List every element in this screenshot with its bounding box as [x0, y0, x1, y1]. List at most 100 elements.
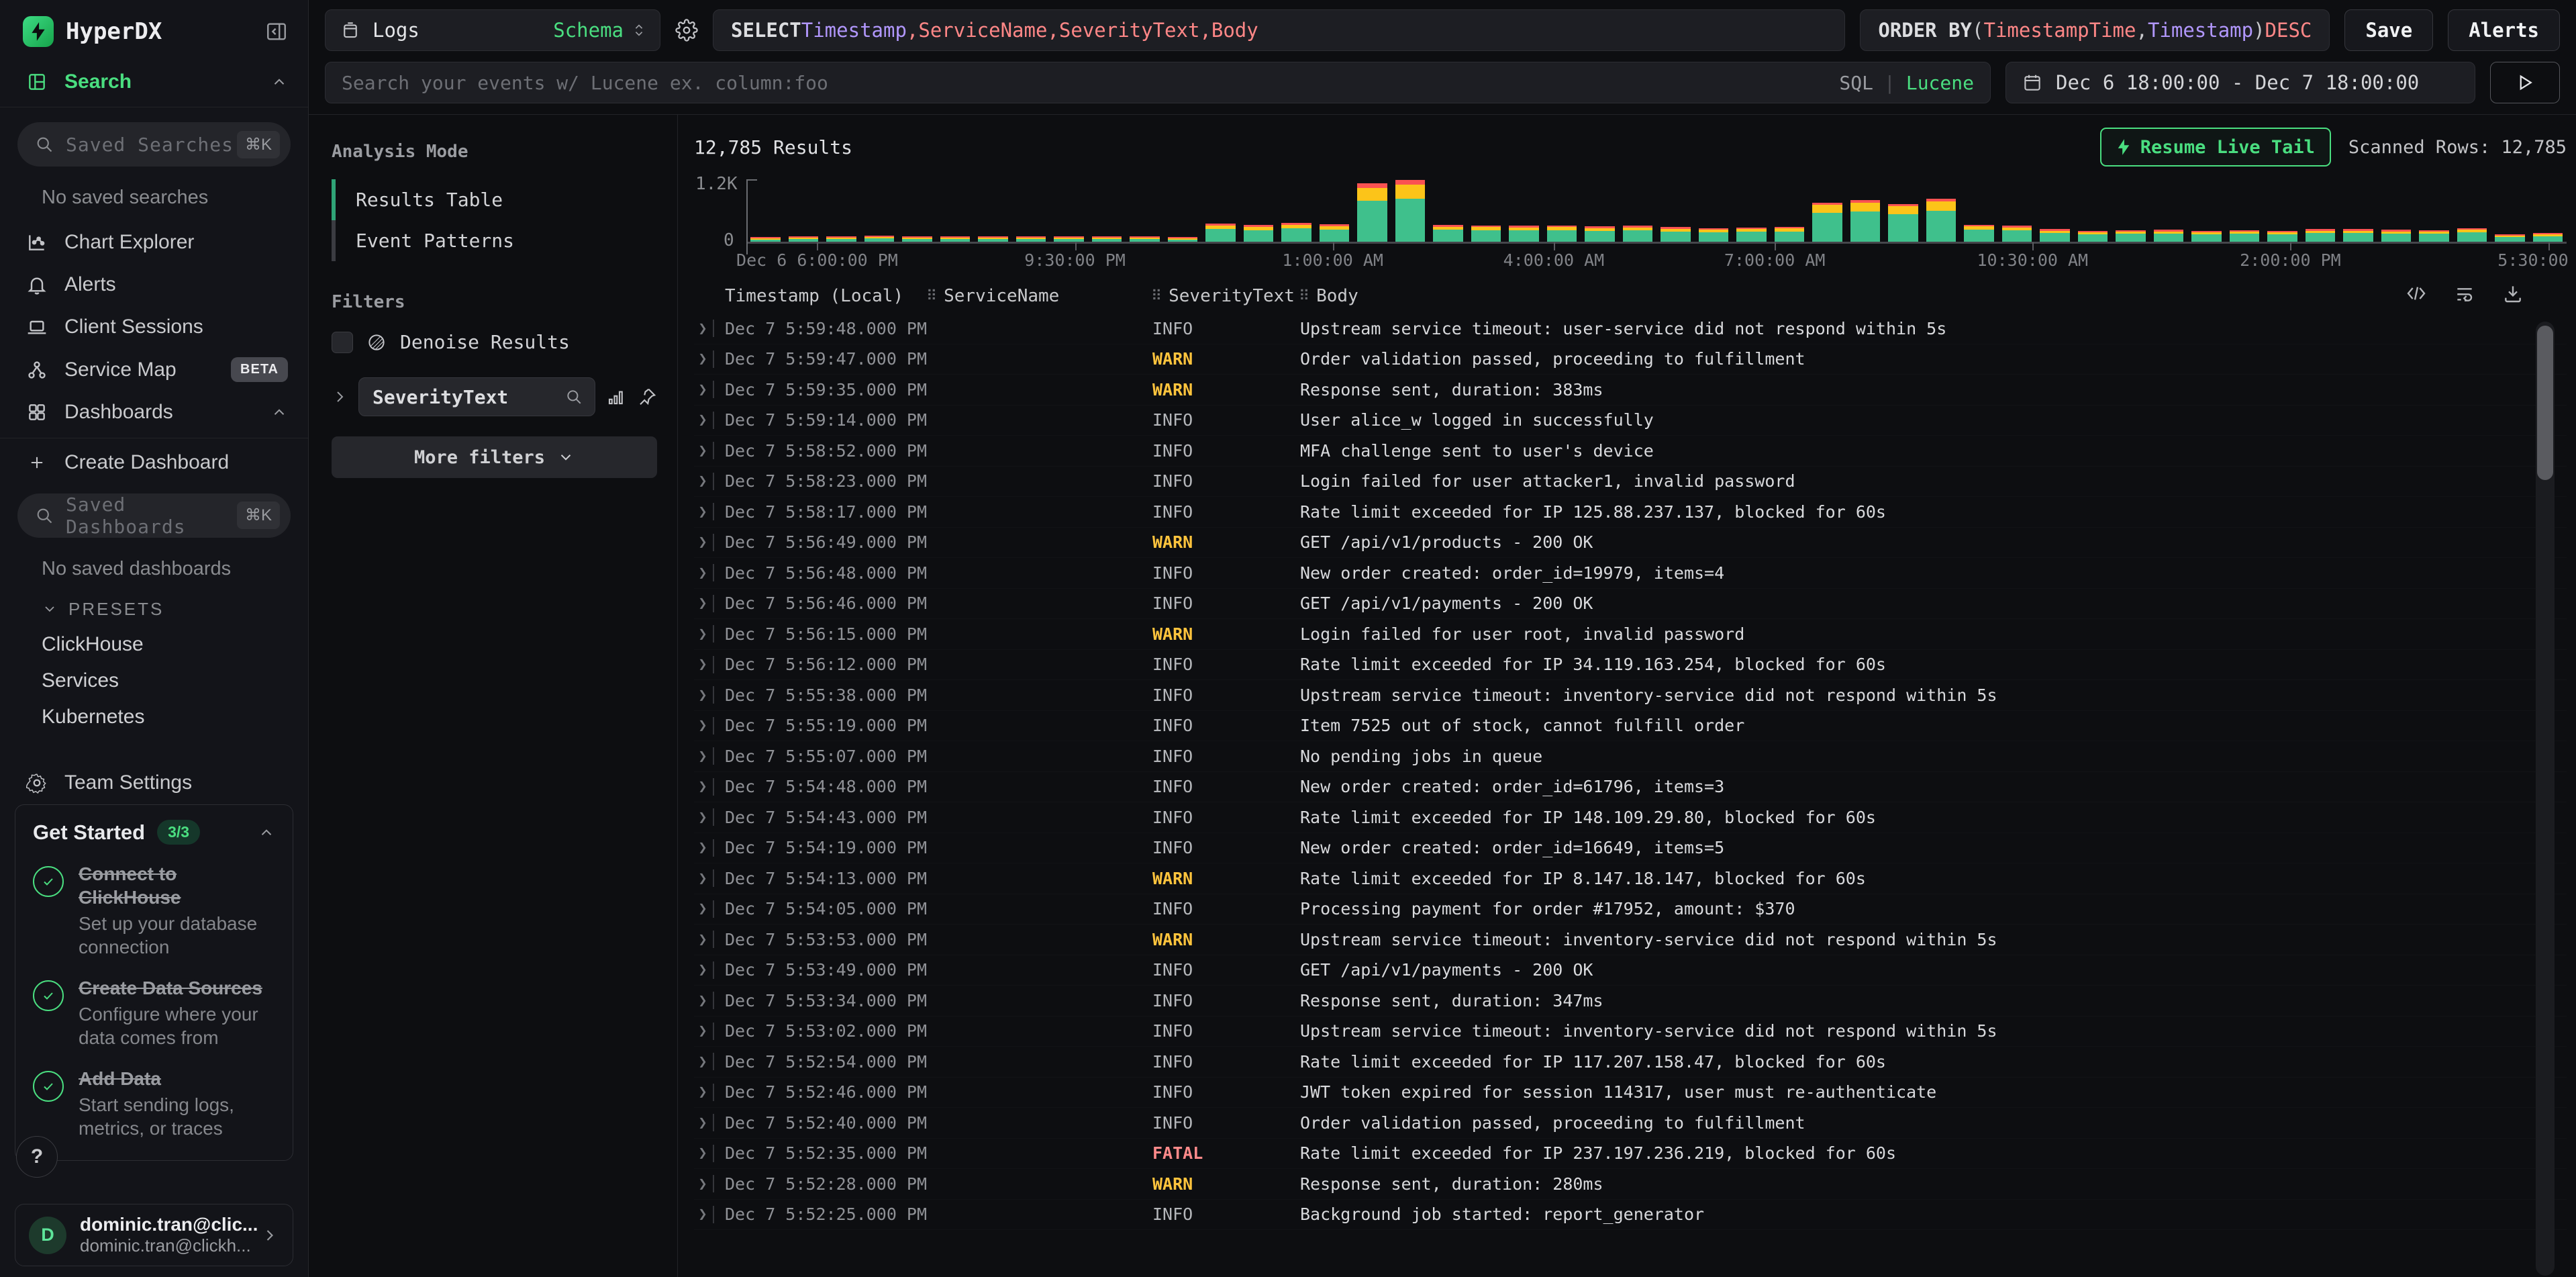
sidebar-item-service-map[interactable]: Service Map BETA — [0, 348, 308, 391]
user-menu[interactable]: D dominic.tran@clic... dominic.tran@clic… — [15, 1204, 293, 1266]
run-query-button[interactable] — [2490, 62, 2560, 103]
table-row[interactable]: ❯Dec 7 5:52:40.000 PMINFOOrder validatio… — [694, 1108, 2567, 1139]
histogram-bar[interactable] — [789, 236, 819, 242]
table-row[interactable]: ❯Dec 7 5:54:43.000 PMINFORate limit exce… — [694, 802, 2567, 833]
preset-services[interactable]: Services — [0, 663, 308, 699]
histogram-bar[interactable] — [2306, 229, 2336, 242]
histogram-bar[interactable] — [1623, 226, 1653, 242]
create-dashboard-button[interactable]: Create Dashboard — [0, 442, 308, 482]
expand-row-icon[interactable]: ❯ — [694, 595, 711, 612]
expand-row-icon[interactable]: ❯ — [694, 687, 711, 704]
save-button[interactable]: Save — [2344, 9, 2433, 51]
select-clause-input[interactable]: SELECT Timestamp,ServiceName,SeverityTex… — [713, 9, 1845, 51]
histogram-bar[interactable] — [2343, 229, 2373, 242]
table-scrollbar[interactable] — [2536, 322, 2555, 1276]
get-started-item[interactable]: Add DataStart sending logs, metrics, or … — [33, 1067, 275, 1140]
expand-row-icon[interactable]: ❯ — [694, 809, 711, 826]
orderby-clause-input[interactable]: ORDER BY (TimestampTime, Timestamp) DESC — [1860, 9, 2330, 51]
column-header-body[interactable]: ⠿Body — [1299, 286, 2567, 306]
histogram-bar[interactable] — [1244, 225, 1274, 242]
table-row[interactable]: ❯Dec 7 5:52:28.000 PMWARNResponse sent, … — [694, 1169, 2567, 1200]
column-header-servicename[interactable]: ⠿ServiceName — [926, 286, 1151, 306]
drag-handle-icon[interactable]: ⠿ — [1299, 288, 1309, 305]
histogram-bar[interactable] — [2078, 231, 2108, 242]
get-started-item[interactable]: Connect to ClickHouseSet up your databas… — [33, 862, 275, 959]
alerts-button[interactable]: Alerts — [2448, 9, 2560, 51]
histogram-bar[interactable] — [2116, 230, 2146, 242]
histogram-bar[interactable] — [2267, 231, 2297, 242]
table-row[interactable]: ❯Dec 7 5:54:13.000 PMWARNRate limit exce… — [694, 863, 2567, 894]
expand-row-icon[interactable]: ❯ — [694, 778, 711, 795]
histogram-bar[interactable] — [902, 236, 932, 242]
histogram-bar[interactable] — [1736, 228, 1767, 242]
table-row[interactable]: ❯Dec 7 5:52:35.000 PMFATALRate limit exc… — [694, 1139, 2567, 1170]
table-row[interactable]: ❯Dec 7 5:55:38.000 PMINFOUpstream servic… — [694, 680, 2567, 711]
sql-toggle[interactable]: SQL — [1839, 72, 1873, 94]
help-button[interactable]: ? — [16, 1136, 58, 1178]
chevron-up-icon[interactable] — [270, 73, 288, 91]
expand-row-icon[interactable]: ❯ — [694, 900, 711, 917]
pin-icon[interactable] — [637, 387, 657, 407]
expand-row-icon[interactable]: ❯ — [694, 931, 711, 948]
expand-row-icon[interactable]: ❯ — [694, 412, 711, 428]
histogram-bar[interactable] — [1661, 227, 1691, 242]
table-row[interactable]: ❯Dec 7 5:54:19.000 PMINFONew order creat… — [694, 833, 2567, 864]
expand-row-icon[interactable]: ❯ — [694, 504, 711, 520]
expand-row-icon[interactable]: ❯ — [694, 1084, 711, 1100]
sidebar-item-dashboards[interactable]: Dashboards — [0, 391, 308, 434]
table-row[interactable]: ❯Dec 7 5:59:14.000 PMINFOUser alice_w lo… — [694, 406, 2567, 436]
histogram-bar[interactable] — [2381, 230, 2412, 242]
expand-row-icon[interactable]: ❯ — [694, 656, 711, 673]
histogram-bar[interactable] — [1168, 237, 1198, 242]
histogram-bar[interactable] — [940, 236, 971, 242]
sidebar-item-team-settings[interactable]: Team Settings — [0, 762, 308, 804]
histogram-bar[interactable] — [826, 236, 856, 242]
table-row[interactable]: ❯Dec 7 5:55:19.000 PMINFOItem 7525 out o… — [694, 711, 2567, 742]
histogram-bar[interactable] — [1320, 224, 1350, 242]
histogram-bar[interactable] — [1205, 224, 1236, 242]
more-filters-button[interactable]: More filters — [332, 436, 657, 478]
chevron-up-icon[interactable] — [270, 404, 288, 421]
histogram-bar[interactable] — [2154, 230, 2184, 242]
table-row[interactable]: ❯Dec 7 5:52:25.000 PMINFOBackground job … — [694, 1200, 2567, 1231]
histogram-bar[interactable] — [1054, 236, 1084, 242]
expand-row-icon[interactable]: ❯ — [694, 717, 711, 734]
expand-row-icon[interactable]: ❯ — [694, 442, 711, 459]
table-row[interactable]: ❯Dec 7 5:59:35.000 PMWARNResponse sent, … — [694, 375, 2567, 406]
table-row[interactable]: ❯Dec 7 5:58:23.000 PMINFOLogin failed fo… — [694, 467, 2567, 498]
lucene-search-input[interactable]: Search your events w/ Lucene ex. column:… — [325, 62, 1991, 103]
histogram-bar[interactable] — [1926, 199, 1956, 242]
histogram-bar[interactable] — [1775, 227, 1805, 242]
source-select[interactable]: Logs Schema — [325, 9, 660, 51]
histogram-bar[interactable] — [1395, 180, 1426, 242]
source-settings-gear-icon[interactable] — [675, 19, 698, 42]
table-row[interactable]: ❯Dec 7 5:53:49.000 PMINFOGET /api/v1/pay… — [694, 955, 2567, 986]
expand-row-icon[interactable]: ❯ — [694, 1023, 711, 1039]
histogram-bar[interactable] — [1433, 225, 1463, 242]
histogram-bar[interactable] — [1547, 226, 1577, 242]
expand-row-icon[interactable]: ❯ — [694, 565, 711, 581]
table-row[interactable]: ❯Dec 7 5:54:05.000 PMINFOProcessing paym… — [694, 894, 2567, 925]
table-row[interactable]: ❯Dec 7 5:58:52.000 PMINFOMFA challenge s… — [694, 436, 2567, 467]
wrap-text-icon[interactable] — [2454, 283, 2475, 304]
histogram-bar[interactable] — [1357, 183, 1387, 242]
histogram-bar[interactable] — [2495, 234, 2525, 242]
sidebar-item-alerts[interactable]: Alerts — [0, 263, 308, 305]
date-range-picker[interactable]: Dec 6 18:00:00 - Dec 7 18:00:00 — [2005, 62, 2475, 103]
table-row[interactable]: ❯Dec 7 5:53:53.000 PMWARNUpstream servic… — [694, 925, 2567, 955]
scrollbar-thumb[interactable] — [2537, 326, 2553, 480]
saved-searches-input[interactable]: Saved Searches ⌘K — [17, 122, 291, 166]
histogram-bar[interactable] — [1888, 204, 1918, 242]
collapse-sidebar-icon[interactable] — [265, 20, 288, 43]
expand-row-icon[interactable]: ❯ — [694, 1145, 711, 1162]
histogram-bar[interactable] — [978, 236, 1008, 242]
preset-clickhouse[interactable]: ClickHouse — [0, 626, 308, 663]
mode-event-patterns[interactable]: Event Patterns — [332, 220, 657, 261]
histogram-bar[interactable] — [1812, 203, 1842, 242]
table-row[interactable]: ❯Dec 7 5:56:15.000 PMWARNLogin failed fo… — [694, 619, 2567, 650]
histogram-bar[interactable] — [1585, 226, 1615, 242]
denoise-results-toggle[interactable]: Denoise Results — [332, 331, 657, 353]
expand-row-icon[interactable]: ❯ — [694, 350, 711, 367]
drag-handle-icon[interactable]: ⠿ — [926, 288, 937, 305]
histogram-bar[interactable] — [1964, 225, 1994, 242]
